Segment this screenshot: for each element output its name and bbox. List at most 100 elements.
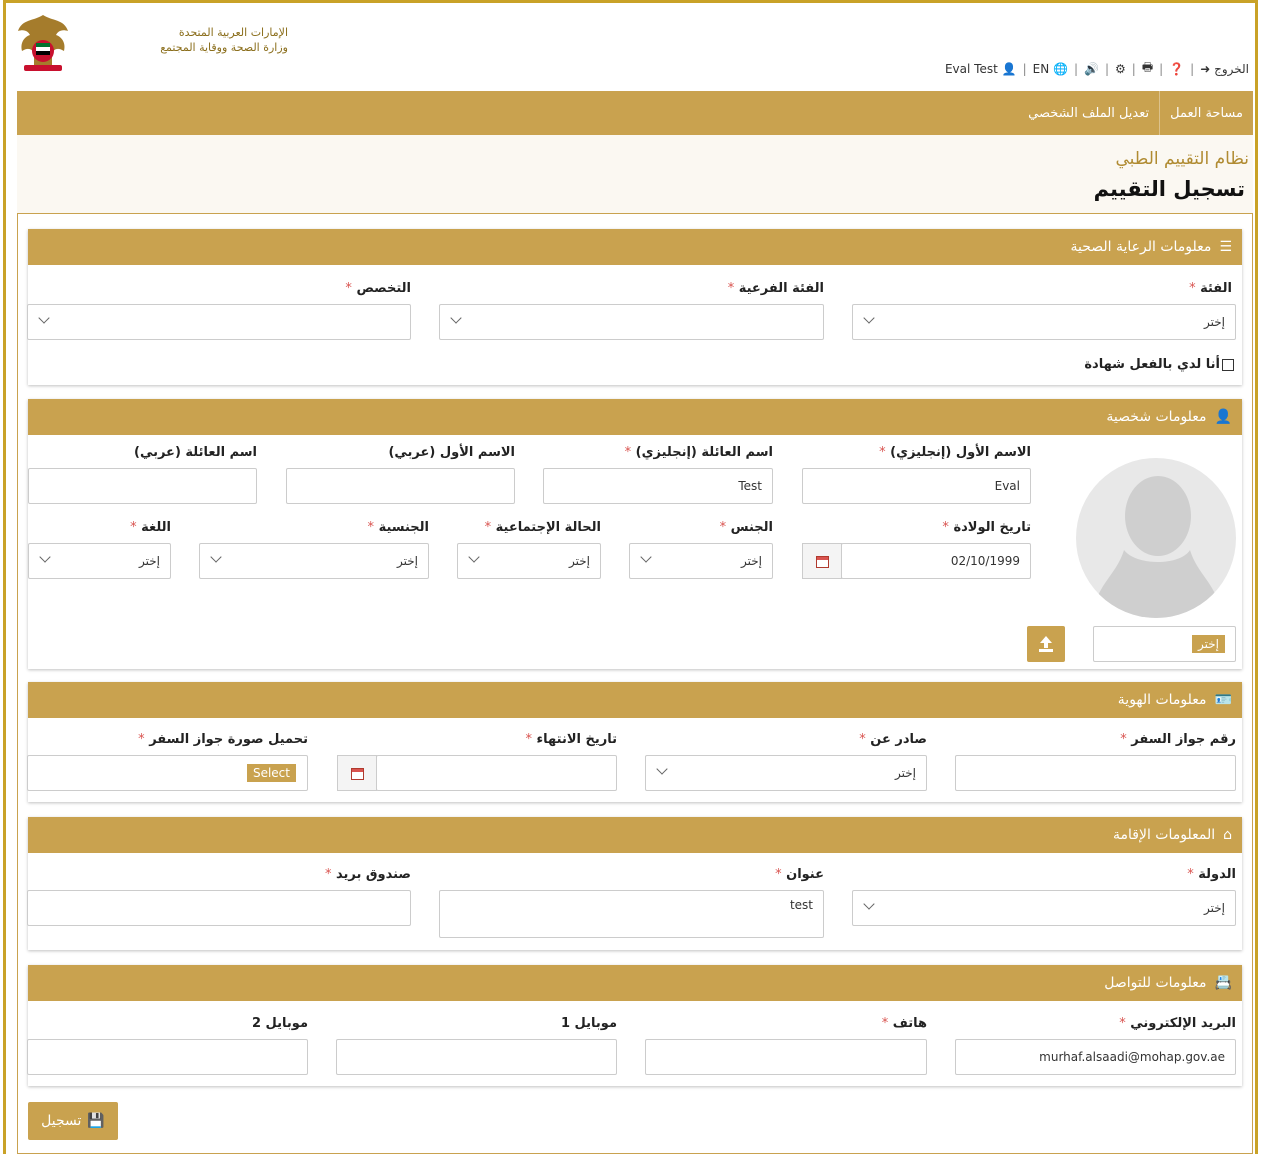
pobox-label-text: صندوق بريد xyxy=(336,867,411,882)
passport-select-button[interactable]: Select xyxy=(246,764,296,782)
email-value: murhaf.alsaadi@mohap.gov.ae xyxy=(1039,1050,1225,1064)
language-link[interactable]: 🌐 EN xyxy=(1033,62,1068,76)
contact-title: معلومات للتواصل xyxy=(1104,975,1207,991)
last-name-ar-label: اسم العائلة (عربي) xyxy=(134,445,257,460)
divider: | xyxy=(1131,61,1136,76)
chevron-down-icon xyxy=(452,314,461,323)
help-icon[interactable]: ❓ xyxy=(1169,62,1184,76)
calendar-icon xyxy=(816,556,829,568)
passport-no-label: رقم جواز السفر * xyxy=(1120,732,1236,747)
last-name-en-label: اسم العائلة (إنجليزي) * xyxy=(624,445,773,460)
gender-select[interactable]: إختر xyxy=(629,543,773,579)
speaker-icon[interactable]: 🔊 xyxy=(1084,62,1099,76)
user-icon: 👤 xyxy=(1001,61,1017,76)
nationality-label: الجنسية * xyxy=(367,520,429,535)
marital-select[interactable]: إختر xyxy=(457,543,601,579)
phone-label: هاتف * xyxy=(881,1016,927,1031)
subcategory-select[interactable] xyxy=(439,304,824,340)
issued-by-select[interactable]: إختر xyxy=(645,755,927,791)
divider: | xyxy=(1104,61,1110,76)
identity-panel: 🪪 معلومات الهوية رقم جواز السفر * صادر ع… xyxy=(27,682,1242,802)
list-icon: ☰ xyxy=(1219,239,1232,255)
save-icon: 💾 xyxy=(87,1113,105,1129)
nationality-select[interactable]: إختر xyxy=(199,543,429,579)
user-menu[interactable]: 👤 Eval Test xyxy=(945,62,1017,76)
submit-button[interactable]: 💾 تسجيل xyxy=(28,1102,118,1140)
settings-icon[interactable]: ⚙ xyxy=(1115,62,1126,76)
system-name: نظام التقييم الطبي xyxy=(1115,149,1249,169)
marital-label: الحالة الإجتماعية * xyxy=(484,520,601,535)
nav-item-workspace[interactable]: مساحة العمل xyxy=(1159,91,1253,135)
photo-choose-button[interactable]: إختر xyxy=(1192,635,1225,653)
upload-icon xyxy=(1039,636,1053,652)
address-book-icon: 📇 xyxy=(1214,975,1232,991)
phone-input[interactable] xyxy=(645,1039,927,1075)
expiry-input[interactable] xyxy=(376,755,617,791)
first-name-ar-input[interactable] xyxy=(286,468,515,504)
globe-icon: 🌐 xyxy=(1053,61,1068,76)
certificate-checkbox-row[interactable]: أنا لدي بالفعل شهادة xyxy=(1084,357,1234,372)
passport-no-input[interactable] xyxy=(955,755,1236,791)
mobile1-input[interactable] xyxy=(336,1039,617,1075)
print-icon[interactable]: 🖶 xyxy=(1142,58,1153,79)
category-select[interactable]: إختر xyxy=(852,304,1236,340)
chevron-down-icon xyxy=(212,553,221,562)
personal-panel: 👤 معلومات شخصية إختر الاسم الأول (إنجليز… xyxy=(28,399,1242,669)
pobox-input[interactable] xyxy=(27,890,411,926)
address-value: test xyxy=(789,898,813,912)
dob-label: تاريخ الولادة * xyxy=(942,520,1031,535)
healthcare-panel: ☰ معلومات الرعاية الصحية الفئة * إختر ال… xyxy=(27,229,1242,385)
phone-label-text: هاتف xyxy=(892,1016,927,1031)
category-label: الفئة * xyxy=(1189,281,1232,296)
contact-panel-header: 📇 معلومات للتواصل xyxy=(28,965,1242,1001)
category-value: إختر xyxy=(1204,315,1225,329)
first-name-ar-label: الاسم الأول (عربي) xyxy=(388,445,515,460)
mobile1-label: موبايل 1 xyxy=(560,1016,617,1031)
divider: | xyxy=(1073,61,1079,76)
first-name-en-value: Eval xyxy=(994,479,1020,493)
address-label: عنوان * xyxy=(775,867,824,882)
certificate-checkbox[interactable] xyxy=(1222,358,1234,371)
address-textarea[interactable]: test xyxy=(439,890,824,938)
dob-value: 02/10/1999 xyxy=(950,554,1020,568)
country-value: إختر xyxy=(1204,901,1225,915)
page-header: نظام التقييم الطبي تسجيل التقييم xyxy=(17,135,1253,213)
country-select[interactable]: إختر xyxy=(852,890,1236,926)
passport-upload-label: تحميل صورة جواز السفر * xyxy=(138,732,308,747)
nationality-label-text: الجنسية xyxy=(378,520,429,535)
expiry-label: تاريخ الانتهاء * xyxy=(525,732,618,747)
uae-emblem-logo xyxy=(18,15,68,71)
upload-button[interactable] xyxy=(1027,626,1065,662)
divider: | xyxy=(1190,61,1195,76)
nav-item-edit-profile[interactable]: تعديل الملف الشخصي xyxy=(1018,91,1159,135)
passport-file-input[interactable]: Select xyxy=(27,755,308,791)
logout-link[interactable]: الخروج ➜ xyxy=(1200,62,1249,76)
photo-file-input[interactable]: إختر xyxy=(1093,626,1236,662)
divider: | xyxy=(1159,61,1164,76)
mobile2-label: موبايل 2 xyxy=(251,1016,308,1031)
last-name-en-input[interactable]: Test xyxy=(543,468,773,504)
ministry-line-1: الإمارات العربية المتحدة xyxy=(178,26,288,39)
dob-label-text: تاريخ الولادة xyxy=(953,520,1031,535)
issued-by-label-text: صادر عن xyxy=(870,732,927,747)
mobile2-input[interactable] xyxy=(27,1039,308,1075)
expiry-calendar-button[interactable] xyxy=(337,755,377,791)
email-input[interactable]: murhaf.alsaadi@mohap.gov.ae xyxy=(955,1039,1236,1075)
chevron-down-icon xyxy=(41,553,50,562)
marital-value: إختر xyxy=(569,554,590,568)
dob-input[interactable]: 02/10/1999 xyxy=(841,543,1031,579)
nationality-value: إختر xyxy=(397,554,418,568)
last-name-ar-input[interactable] xyxy=(28,468,257,504)
residence-title: المعلومات الإقامة xyxy=(1113,827,1216,843)
subcategory-label: الفئة الفرعية * xyxy=(727,281,824,296)
specialty-label: التخصص * xyxy=(345,281,411,296)
first-name-en-label-text: الاسم الأول (إنجليزي) xyxy=(890,445,1031,460)
top-bar: الإمارات العربية المتحدة وزارة الصحة ووق… xyxy=(6,3,1255,91)
specialty-select[interactable] xyxy=(27,304,411,340)
language-select[interactable]: إختر xyxy=(28,543,171,579)
dob-calendar-button[interactable] xyxy=(802,543,842,579)
first-name-en-input[interactable]: Eval xyxy=(802,468,1031,504)
language-value: إختر xyxy=(139,554,160,568)
person-silhouette-icon xyxy=(1092,476,1222,618)
user-name: Eval Test xyxy=(944,61,998,76)
